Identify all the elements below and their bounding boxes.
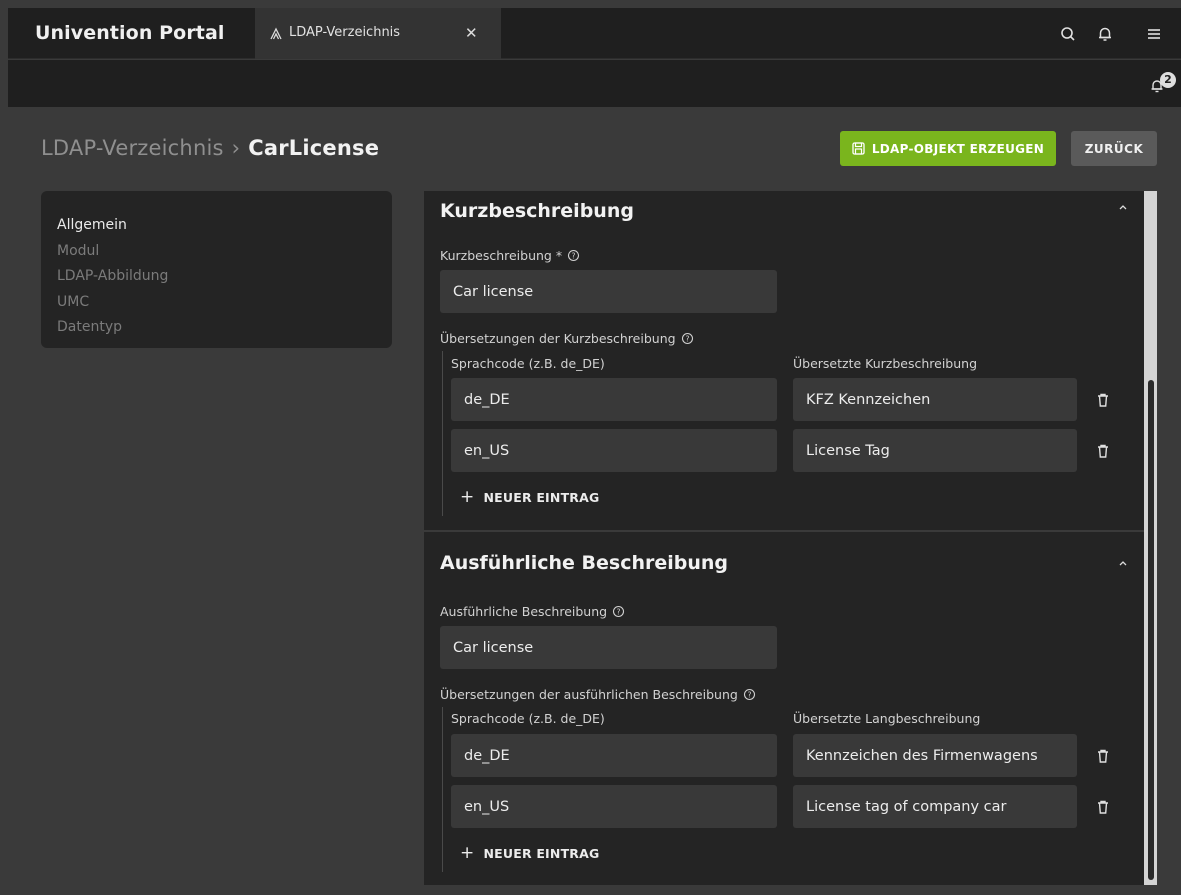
column-header-sprachcode: Sprachcode (z.B. de_DE) <box>451 711 605 726</box>
tab-label: LDAP-Verzeichnis <box>289 25 401 40</box>
ausfuehrliche-beschreibung-label-text: Ausführliche Beschreibung <box>440 604 608 619</box>
trash-icon[interactable] <box>1096 799 1110 815</box>
notifications-button[interactable]: 2 <box>1150 72 1180 96</box>
new-entry-button[interactable]: + NEUER EINTRAG <box>460 843 599 863</box>
notification-count-badge: 2 <box>1160 72 1176 88</box>
ausfuehrliche-translations-label: Übersetzungen der ausführlichen Beschrei… <box>440 687 756 702</box>
sidenav-item-modul[interactable]: Modul <box>57 239 392 265</box>
translations-label-text: Übersetzungen der Kurzbeschreibung <box>440 331 676 346</box>
svg-text:?: ? <box>747 690 751 699</box>
translation-input[interactable]: Kennzeichen des Firmenwagens <box>793 734 1077 777</box>
form-panel: Kurzbeschreibung Kurzbeschreibung * ? Ca… <box>424 191 1144 885</box>
kurzbeschreibung-translations-label: Übersetzungen der Kurzbeschreibung ? <box>440 331 694 346</box>
tree-icon <box>270 27 282 40</box>
help-icon[interactable]: ? <box>743 688 756 701</box>
section-title-kurzbeschreibung: Kurzbeschreibung <box>440 200 634 222</box>
tab-ldap-verzeichnis[interactable]: LDAP-Verzeichnis ✕ <box>255 8 501 59</box>
translations-group-line <box>442 707 443 872</box>
bell-icon[interactable] <box>1096 25 1114 43</box>
back-button[interactable]: ZURÜCK <box>1071 131 1157 166</box>
create-button-label: LDAP-OBJEKT ERZEUGEN <box>871 141 1045 156</box>
language-code-input[interactable]: de_DE <box>451 378 777 421</box>
search-icon[interactable] <box>1059 25 1077 43</box>
ausfuehrliche-beschreibung-label: Ausführliche Beschreibung ? <box>440 604 625 619</box>
new-entry-label: NEUER EINTRAG <box>483 845 600 861</box>
help-icon[interactable]: ? <box>612 605 625 618</box>
translations-label-text: Übersetzungen der ausführlichen Beschrei… <box>440 687 738 702</box>
plus-icon: + <box>460 487 475 507</box>
back-button-label: ZURÜCK <box>1084 141 1144 156</box>
trash-icon[interactable] <box>1096 443 1110 459</box>
breadcrumb: LDAP-Verzeichnis › CarLicense <box>41 136 379 160</box>
ausfuehrliche-beschreibung-input[interactable]: Car license <box>440 626 777 669</box>
sidenav-item-datentyp[interactable]: Datentyp <box>57 315 392 341</box>
translation-input[interactable]: KFZ Kennzeichen <box>793 378 1077 421</box>
breadcrumb-separator: › <box>231 136 241 160</box>
chevron-up-icon[interactable] <box>1118 202 1128 212</box>
top-bar: Univention Portal LDAP-Verzeichnis ✕ <box>8 8 1181 59</box>
column-header-translation: Übersetzte Langbeschreibung <box>793 711 981 726</box>
translation-input[interactable]: License Tag <box>793 429 1077 472</box>
language-code-input[interactable]: en_US <box>451 429 777 472</box>
sidenav-item-allgemein[interactable]: Allgemein <box>57 213 392 239</box>
svg-text:?: ? <box>572 251 576 260</box>
help-icon[interactable]: ? <box>567 249 580 262</box>
trash-icon[interactable] <box>1096 748 1110 764</box>
side-navigation: Allgemein Modul LDAP-Abbildung UMC Daten… <box>41 191 392 348</box>
language-code-input[interactable]: en_US <box>451 785 777 828</box>
column-header-sprachcode: Sprachcode (z.B. de_DE) <box>451 356 605 371</box>
kurzbeschreibung-label: Kurzbeschreibung * ? <box>440 248 580 263</box>
help-icon[interactable]: ? <box>681 332 694 345</box>
section-divider <box>424 530 1144 532</box>
notification-bar: 2 <box>8 60 1181 107</box>
svg-text:?: ? <box>617 607 621 616</box>
kurzbeschreibung-label-text: Kurzbeschreibung * <box>440 248 563 263</box>
column-header-translation: Übersetzte Kurzbeschreibung <box>793 356 978 371</box>
new-entry-button[interactable]: + NEUER EINTRAG <box>460 487 599 507</box>
close-icon[interactable]: ✕ <box>465 24 478 42</box>
create-ldap-object-button[interactable]: LDAP-OBJEKT ERZEUGEN <box>840 131 1056 166</box>
page-title: CarLicense <box>248 136 380 160</box>
translation-input[interactable]: License tag of company car <box>793 785 1077 828</box>
chevron-up-icon[interactable] <box>1118 558 1128 568</box>
menu-icon[interactable] <box>1145 25 1163 43</box>
plus-icon: + <box>460 843 475 863</box>
svg-text:?: ? <box>685 334 689 343</box>
section-title-ausfuehrliche-beschreibung: Ausführliche Beschreibung <box>440 552 729 574</box>
save-icon <box>852 142 865 155</box>
breadcrumb-parent[interactable]: LDAP-Verzeichnis <box>41 136 224 160</box>
sidenav-item-umc[interactable]: UMC <box>57 290 392 316</box>
portal-title[interactable]: Univention Portal <box>35 22 225 44</box>
new-entry-label: NEUER EINTRAG <box>483 489 600 505</box>
trash-icon[interactable] <box>1096 392 1110 408</box>
translations-group-line <box>442 351 443 516</box>
kurzbeschreibung-input[interactable]: Car license <box>440 270 777 313</box>
language-code-input[interactable]: de_DE <box>451 734 777 777</box>
scrollbar-thumb[interactable] <box>1148 380 1154 880</box>
sidenav-item-ldap-abbildung[interactable]: LDAP-Abbildung <box>57 264 392 290</box>
